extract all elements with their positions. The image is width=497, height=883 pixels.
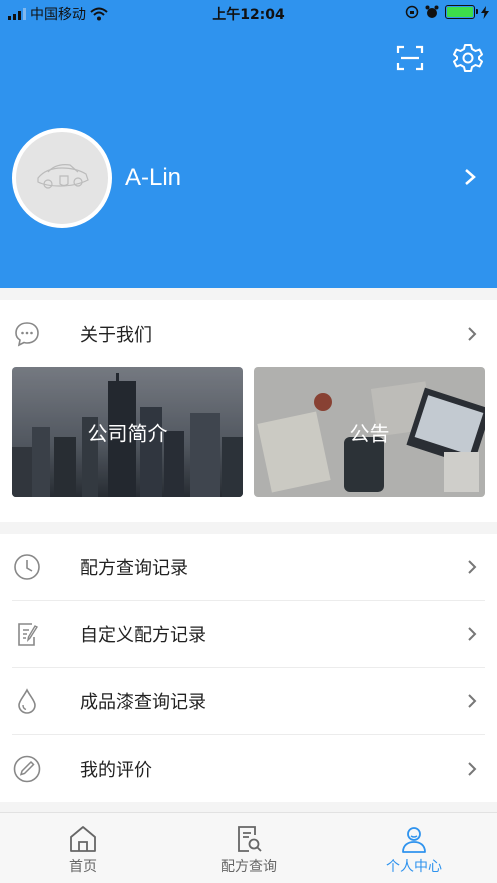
person-icon: [402, 827, 426, 853]
menu-label: 自定义配方记录: [80, 625, 206, 646]
charging-icon: [481, 5, 489, 19]
about-us-row[interactable]: 关于我们: [12, 300, 485, 367]
tab-formula-search[interactable]: 配方查询: [166, 813, 332, 883]
chevron-right-icon: [468, 326, 477, 341]
company-intro-title: 公司简介: [87, 421, 168, 446]
records-section: 配方查询记录 自定义配方记录 成品漆查询记录 我的评价: [0, 534, 497, 802]
paint-query-history-row[interactable]: 成品漆查询记录: [12, 668, 485, 735]
about-section: 关于我们 公司简介 公告: [0, 300, 497, 522]
edit-note-icon: [18, 623, 39, 646]
car-logo-icon: [37, 164, 89, 189]
home-icon: [70, 826, 96, 852]
chevron-right-icon[interactable]: [463, 167, 477, 187]
drop-icon: [18, 688, 36, 714]
pencil-circle-icon: [13, 755, 41, 782]
scan-icon[interactable]: [394, 42, 426, 74]
tab-personal-center-label: 个人中心: [386, 859, 442, 875]
announcement-title: 公告: [349, 421, 390, 446]
clock-icon: [14, 554, 40, 580]
menu-label: 配方查询记录: [80, 558, 188, 579]
rotation-lock-icon: [405, 5, 419, 19]
status-right: [405, 5, 489, 19]
chevron-right-icon: [468, 560, 477, 574]
alarm-icon: [425, 5, 439, 18]
battery-icon: [445, 5, 478, 19]
about-us-label: 关于我们: [80, 324, 152, 346]
username[interactable]: A-Lin: [125, 164, 181, 192]
gear-icon[interactable]: [452, 42, 484, 74]
chevron-right-icon: [468, 627, 477, 641]
my-reviews-row[interactable]: 我的评价: [12, 735, 485, 802]
tab-formula-search-label: 配方查询: [221, 859, 277, 875]
avatar[interactable]: [12, 128, 112, 228]
formula-search-icon: [238, 826, 262, 852]
chevron-right-icon: [468, 694, 477, 708]
custom-formula-history-row[interactable]: 自定义配方记录: [12, 601, 485, 668]
bottom-tab-bar: 首页 配方查询 个人中心: [0, 812, 497, 883]
chevron-right-icon: [468, 761, 477, 776]
chat-bubble-icon: [15, 321, 39, 346]
status-bar: 中国移动 上午12:04: [0, 0, 497, 26]
formula-query-history-row[interactable]: 配方查询记录: [12, 534, 485, 601]
profile-header: A-Lin: [0, 26, 497, 288]
tab-home-label: 首页: [69, 859, 97, 875]
tab-personal-center[interactable]: 个人中心: [331, 813, 497, 883]
menu-label: 成品漆查询记录: [80, 692, 206, 713]
menu-label: 我的评价: [80, 759, 152, 781]
tab-home[interactable]: 首页: [0, 813, 166, 883]
announcement-tile[interactable]: 公告: [254, 367, 485, 497]
company-intro-tile[interactable]: 公司简介: [12, 367, 243, 497]
